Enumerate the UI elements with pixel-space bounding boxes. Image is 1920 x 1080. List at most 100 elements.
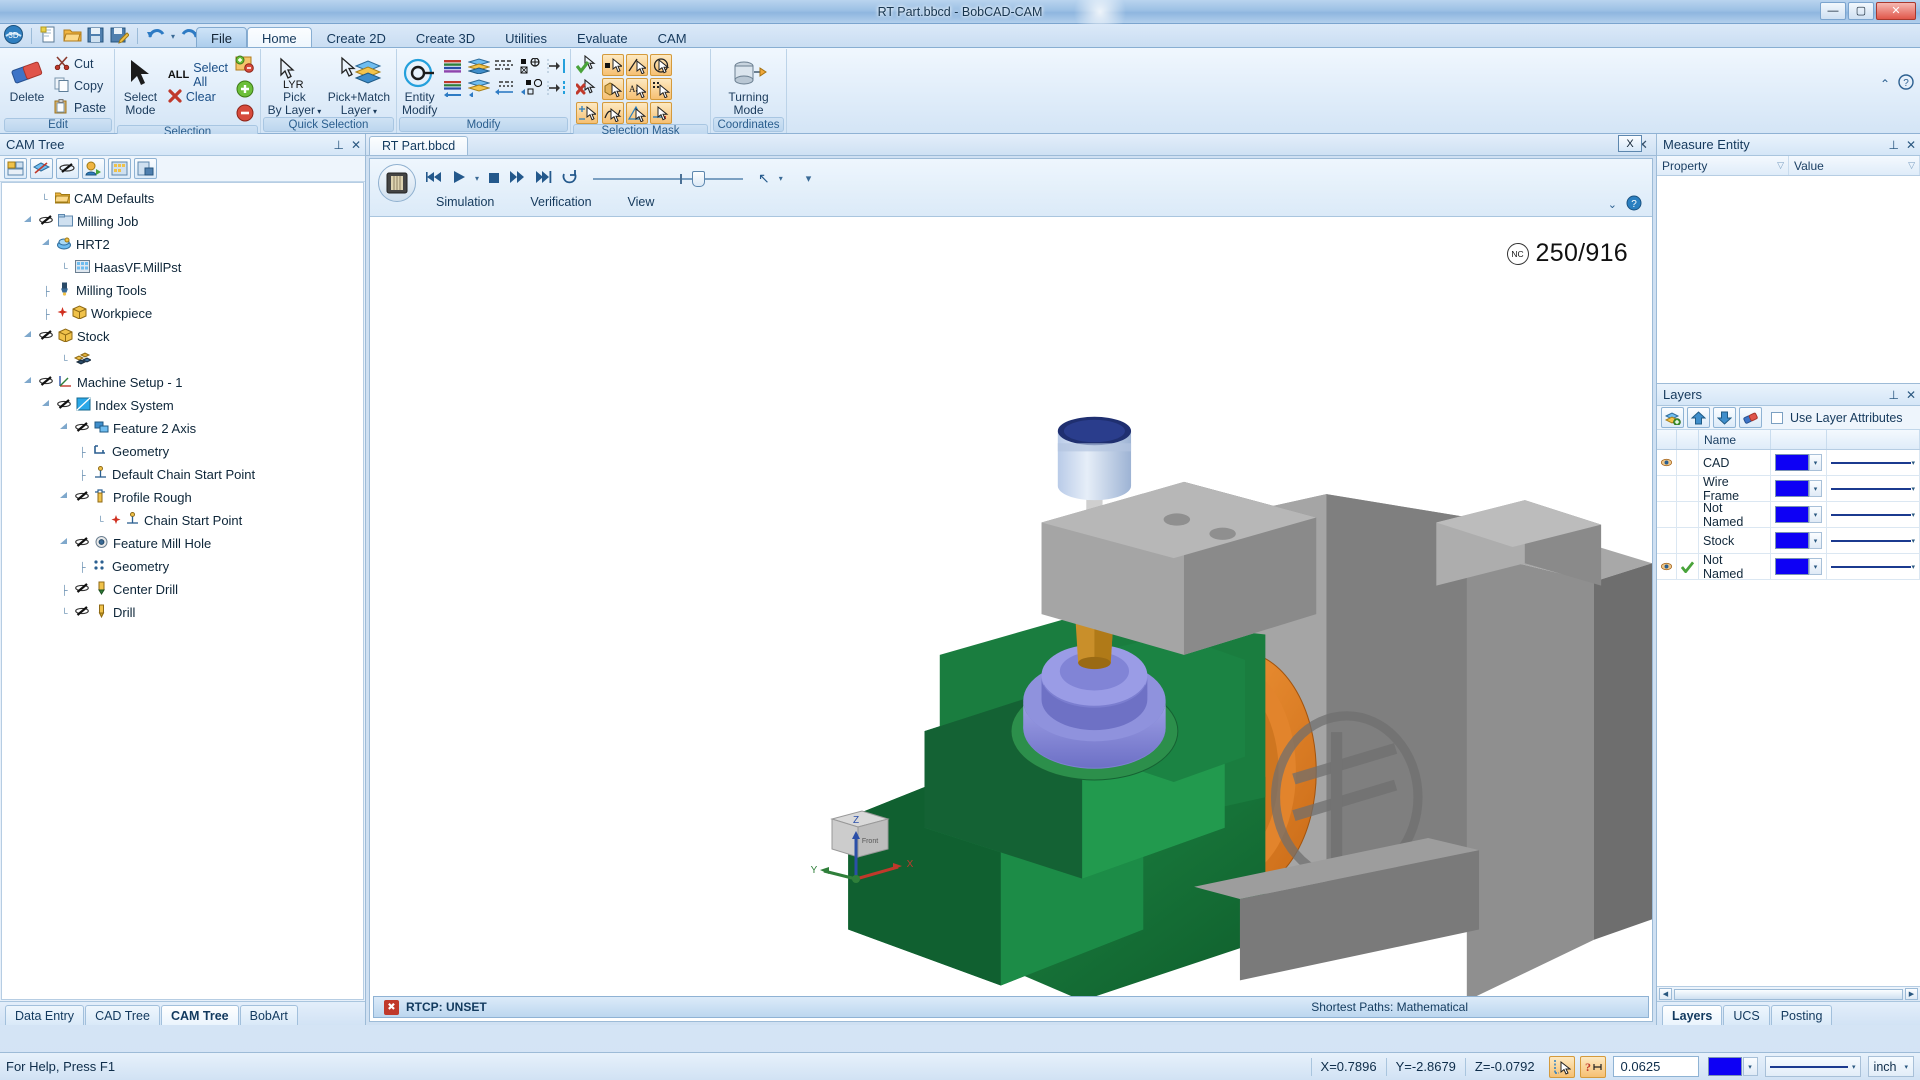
layer-row[interactable]: CAD ▾ ▾ — [1657, 450, 1920, 476]
minimize-button[interactable]: — — [1820, 2, 1846, 20]
play-button[interactable] — [452, 170, 466, 187]
save-setup-button[interactable] — [134, 158, 157, 179]
layer-linetype-cell[interactable]: ▾ — [1827, 554, 1920, 579]
axis-triad[interactable]: Front Z X Y — [810, 801, 920, 891]
tree-item-stock-child[interactable]: └ — [2, 348, 363, 371]
current-linetype-selector[interactable]: ▾ — [1764, 1056, 1861, 1077]
tree-item-milling-job[interactable]: Milling Job — [2, 210, 363, 233]
mask-point-icon[interactable] — [576, 102, 598, 124]
close-button[interactable]: ✕ — [1876, 2, 1916, 20]
layer-row[interactable]: Stock ▾ ▾ — [1657, 528, 1920, 554]
mask-spline-icon[interactable] — [602, 102, 624, 124]
clear-button[interactable]: Clear — [165, 87, 231, 107]
stock-wizard-button[interactable] — [4, 158, 27, 179]
select-all-button[interactable]: ALL Select All — [165, 61, 231, 89]
simulation-overflow-icon[interactable]: ▾ — [806, 172, 812, 185]
tab-ucs[interactable]: UCS — [1723, 1005, 1770, 1025]
change-linetype-all-icon[interactable] — [493, 78, 517, 98]
pointer-dropdown-icon[interactable]: ▾ — [779, 174, 783, 183]
snap-mode-button[interactable] — [1548, 1055, 1575, 1078]
new-file-icon[interactable] — [40, 26, 58, 47]
layer-color-cell[interactable]: ▾ — [1771, 554, 1827, 579]
mask-line-icon[interactable] — [626, 54, 648, 76]
add-layer-button[interactable] — [1661, 407, 1684, 428]
tree-item-drill[interactable]: └ Drill — [2, 601, 363, 624]
pin-icon[interactable]: ⊥ — [1888, 388, 1898, 402]
skip-end-button[interactable] — [535, 170, 552, 187]
snap-value-field[interactable]: 0.0625 — [1612, 1056, 1699, 1077]
tree-item-hrt2[interactable]: HRT2 — [2, 233, 363, 256]
copy-button[interactable]: Copy — [51, 76, 109, 96]
tree-item-feature-2-axis[interactable]: Feature 2 Axis — [2, 417, 363, 440]
layer-name[interactable]: Not Named — [1699, 553, 1771, 581]
change-linetype-icon[interactable] — [493, 56, 517, 76]
save-file-icon[interactable] — [87, 26, 105, 47]
tab-data-entry[interactable]: Data Entry — [5, 1005, 85, 1025]
select-mode-button[interactable]: Select Mode — [120, 51, 161, 117]
mask-pointcloud-icon[interactable] — [650, 78, 672, 100]
scroll-left-button[interactable]: ◀ — [1659, 988, 1672, 1000]
tree-item-stock[interactable]: Stock — [2, 325, 363, 348]
delete-button[interactable]: Delete — [7, 51, 47, 104]
pick-by-layer-button[interactable]: LYR Pick By Layer ▾ — [266, 51, 323, 117]
filter-icon[interactable]: ▽ — [1777, 160, 1784, 171]
layer-linetype-cell[interactable]: ▾ — [1827, 502, 1920, 527]
stop-button[interactable] — [488, 171, 500, 187]
mask-enable-all-icon[interactable] — [576, 54, 598, 76]
pin-icon[interactable]: ⊥ — [333, 138, 343, 152]
layer-color-cell[interactable]: ▾ — [1771, 528, 1827, 553]
layers-horizontal-scrollbar[interactable]: ◀ ▶ — [1657, 986, 1920, 1001]
layers-rows[interactable]: CAD ▾ ▾ Wire Frame ▾ ▾ Not Named ▾ ▾ Sto… — [1657, 450, 1920, 986]
tree-item-default-chain-start-point[interactable]: ├ Default Chain Start Point — [2, 463, 363, 486]
toolpath-toggle-icon[interactable] — [73, 421, 92, 436]
toolpath-toggle-icon[interactable] — [37, 214, 56, 229]
machine-setup-button[interactable] — [108, 158, 131, 179]
3d-viewport[interactable]: NC 250/916 Front Z X Y — [370, 217, 1652, 996]
layer-row[interactable]: Wire Frame ▾ ▾ — [1657, 475, 1920, 503]
column-value[interactable]: Value ▽ — [1789, 156, 1920, 175]
tree-item-machine-setup-1[interactable]: Machine Setup - 1 — [2, 371, 363, 394]
chevron-down-icon-2[interactable]: ▾ — [371, 107, 377, 116]
current-color-swatch[interactable] — [1707, 1057, 1742, 1076]
units-selector[interactable]: inch ▾ — [1867, 1056, 1914, 1077]
pin-icon[interactable]: ⊥ — [1888, 138, 1898, 152]
tab-layers[interactable]: Layers — [1662, 1005, 1723, 1025]
show-hide-button[interactable] — [56, 158, 79, 179]
maximize-button[interactable]: ▢ — [1848, 2, 1874, 20]
pointer-icon[interactable]: ↖ — [758, 170, 770, 187]
tab-cam-tree[interactable]: CAM Tree — [160, 1005, 239, 1025]
layer-color-cell[interactable]: ▾ — [1771, 476, 1827, 501]
mask-dimension-icon[interactable] — [626, 102, 648, 124]
pick-match-layer-button[interactable]: Pick+Match Layer ▾ — [327, 51, 391, 117]
scroll-right-button[interactable]: ▶ — [1905, 988, 1918, 1000]
toolpath-toggle-icon[interactable] — [73, 605, 92, 620]
ribbon-help-icon[interactable]: ? — [1898, 74, 1914, 93]
layer-name[interactable]: CAD — [1699, 450, 1771, 475]
delete-layer-button[interactable] — [1739, 407, 1762, 428]
change-position-all-icon[interactable] — [545, 78, 569, 98]
toolpath-toggle-icon[interactable] — [37, 329, 56, 344]
undo-icon[interactable] — [146, 26, 166, 46]
undo-dropdown-icon[interactable]: ▾ — [171, 32, 175, 41]
simulation-close-button[interactable]: X — [1618, 135, 1642, 152]
tree-item-geometry-1[interactable]: ├ Geometry — [2, 440, 363, 463]
tree-item-workpiece[interactable]: ├ Workpiece — [2, 302, 363, 325]
units-caret[interactable]: ▾ — [1904, 1063, 1908, 1071]
post-process-button[interactable] — [82, 158, 105, 179]
paste-button[interactable]: Paste — [51, 98, 109, 118]
layer-color-cell[interactable]: ▾ — [1771, 450, 1827, 475]
tree-item-profile-rough[interactable]: Profile Rough — [2, 486, 363, 509]
simulation-orb-button[interactable] — [378, 164, 416, 202]
play-dropdown-icon[interactable]: ▾ — [475, 174, 479, 183]
toolpath-toggle-icon[interactable] — [73, 490, 92, 505]
active-layer-icon[interactable] — [1677, 554, 1699, 579]
add-selection-icon[interactable] — [236, 80, 254, 101]
toolpath-toggle-icon[interactable] — [37, 375, 56, 390]
tree-expander[interactable] — [20, 331, 37, 342]
change-color-all-icon[interactable] — [441, 78, 465, 98]
close-icon[interactable]: ✕ — [1906, 388, 1916, 402]
simulation-expand-icon[interactable]: ⌄ — [1608, 198, 1617, 211]
close-icon[interactable]: ✕ — [351, 138, 361, 152]
sim-menu-verification[interactable]: Verification — [530, 195, 591, 209]
measure-entity-rows[interactable] — [1657, 176, 1920, 383]
